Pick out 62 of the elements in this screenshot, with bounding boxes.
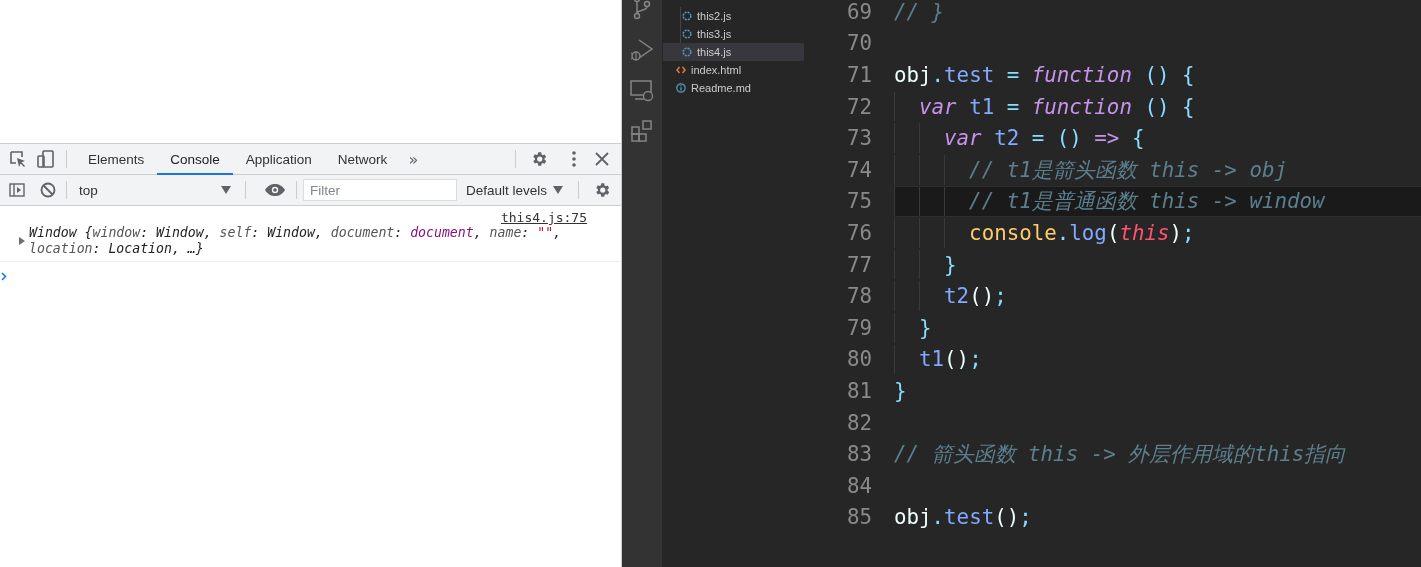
line-number: 76 (845, 220, 872, 245)
line-number: 71 (845, 63, 872, 87)
more-tabs-button[interactable]: » (400, 149, 427, 169)
code-line: obj.test = function () { (894, 63, 1195, 87)
line-number: 73 (845, 126, 872, 151)
filter-field[interactable]: Filter (303, 179, 457, 201)
code-brackets-icon (676, 66, 686, 74)
file-item[interactable]: this2.js (663, 7, 804, 25)
close-icon[interactable] (595, 152, 609, 166)
code-line: // t1是箭头函数 this -> obj (968, 156, 1287, 184)
panel-tab[interactable]: Network (324, 145, 401, 175)
panel-tab[interactable]: Elements (75, 145, 158, 175)
caret-icon (221, 186, 231, 194)
code-line: obj.test(); (894, 505, 1032, 530)
levels-dropdown[interactable]: Default levels (466, 182, 564, 198)
code-line: t2(); (943, 284, 1007, 309)
line-number: 85 (845, 505, 872, 530)
line-number: 79 (845, 315, 872, 340)
expand-triangle-icon[interactable] (18, 237, 26, 245)
code-line: t1(); (918, 347, 982, 372)
line-number: 80 (845, 347, 872, 372)
file-item[interactable]: index.html (662, 61, 804, 79)
line-number: 82 (845, 410, 872, 435)
log-message: Window {window: Window, self: Window, document: document, name: "", location: Location, …} (29, 225, 563, 257)
panel-tab[interactable]: Application (232, 145, 325, 175)
more-options-icon[interactable] (571, 150, 577, 168)
inspect-icon[interactable] (9, 150, 27, 168)
branch-icon[interactable] (632, 0, 652, 20)
code-line: // 箭头函数 this -> 外层作用域的this指向 (894, 441, 1347, 469)
code-line: // t1是普通函数 this -> window (968, 188, 1325, 216)
line-number: 78 (845, 284, 872, 309)
line-number: 75 (845, 189, 872, 214)
run-debug-icon[interactable] (630, 38, 654, 62)
clear-console-icon[interactable] (40, 182, 56, 198)
line-number: 72 (845, 94, 872, 119)
sidebar-toggle-icon[interactable] (9, 182, 25, 198)
device-icon[interactable] (36, 150, 56, 168)
info-icon (676, 83, 686, 93)
prompt-chevron-icon (1, 272, 7, 281)
monitor-icon[interactable] (630, 80, 654, 102)
file-item[interactable]: Readme.md (662, 79, 804, 97)
line-number: 70 (845, 31, 872, 56)
code-line: } (894, 378, 907, 403)
line-number: 83 (845, 442, 872, 467)
code-line: var t2 = () => { (943, 126, 1145, 151)
source-link[interactable]: this4.js:75 (500, 210, 587, 225)
file-item[interactable]: this4.js (663, 43, 804, 61)
code-line: // } (894, 0, 945, 24)
code-line: } (943, 252, 957, 277)
caret-icon (553, 186, 564, 194)
line-number: 81 (845, 378, 872, 403)
context-dropdown[interactable]: top (75, 182, 235, 198)
extensions-icon[interactable] (631, 120, 653, 142)
eye-icon[interactable] (264, 183, 286, 197)
line-number: 74 (845, 157, 872, 182)
code-line: console.log(this); (968, 220, 1195, 245)
line-number: 84 (845, 473, 872, 498)
code-line: } (918, 315, 932, 340)
line-number: 69 (845, 0, 872, 24)
file-item[interactable]: this3.js (663, 25, 804, 43)
line-number: 77 (845, 252, 872, 277)
code-line: var t1 = function () { (918, 94, 1195, 119)
